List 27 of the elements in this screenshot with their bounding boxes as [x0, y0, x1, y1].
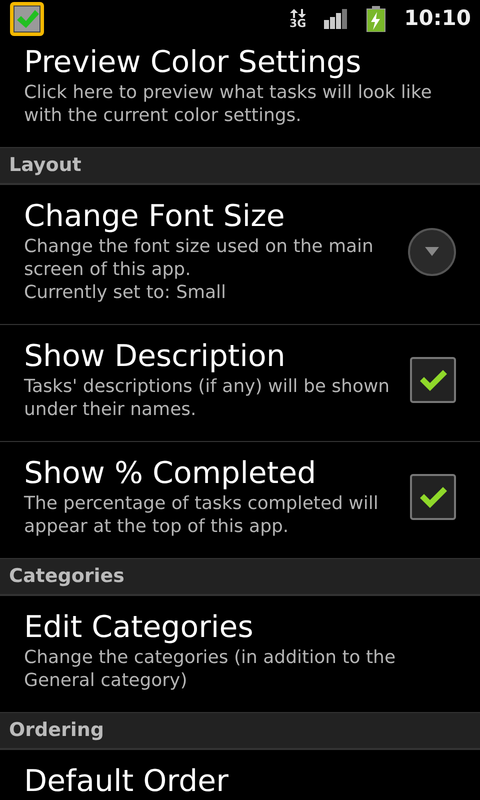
setting-summary: The percentage of tasks completed will appear at the top of this app.	[24, 492, 380, 538]
category-header: Ordering	[0, 713, 480, 750]
setting-summary: Currently set to: Small	[24, 281, 228, 304]
clock: 10:10	[404, 5, 471, 32]
category-header: Layout	[0, 148, 480, 185]
category-header: Categories	[0, 559, 480, 596]
setting-title[interactable]: Change Font Size	[24, 199, 396, 235]
checkbox[interactable]	[410, 357, 456, 403]
setting-title[interactable]: Default Order	[24, 764, 444, 800]
setting-title[interactable]: Show Description	[24, 339, 398, 375]
checkmark-icon	[418, 485, 448, 509]
checkmark-icon	[418, 368, 448, 392]
setting-title[interactable]: Preview Color Settings	[24, 45, 444, 81]
setting-title[interactable]: Edit Categories	[24, 610, 444, 646]
dropdown-button[interactable]	[408, 228, 456, 276]
setting-summary: Change the font size used on the main screen of this app.	[24, 235, 374, 281]
setting-summary: Click here to preview what tasks will look like with the current color settings.	[24, 81, 433, 127]
battery-charging-icon	[366, 6, 386, 32]
network-type: 3G	[289, 18, 306, 29]
setting-title[interactable]: Show % Completed	[24, 456, 398, 492]
setting-summary: Tasks' descriptions (if any) will be shown under their names.	[24, 375, 391, 421]
data-arrows-icon	[290, 9, 306, 18]
caret-icon	[425, 247, 439, 256]
setting-summary: Change the categories (in addition to the General category)	[24, 646, 397, 692]
checkmark-app-icon[interactable]	[9, 1, 45, 37]
signal-icon	[324, 9, 348, 29]
checkbox[interactable]	[410, 474, 456, 520]
